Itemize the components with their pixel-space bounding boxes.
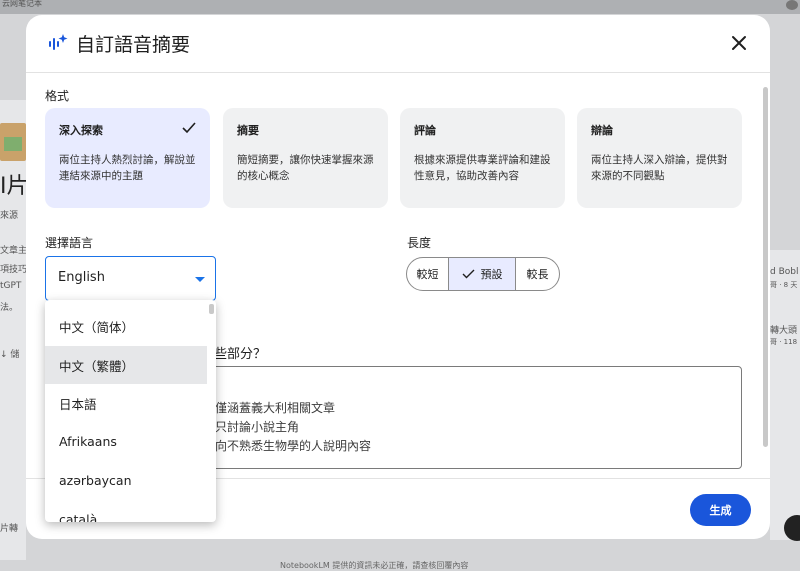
check-icon — [182, 122, 196, 134]
length-option-default[interactable]: 預設 — [449, 258, 516, 290]
background-left-text: ↓ 儲 — [0, 350, 20, 360]
placeholder-line: 只討論小說主角 — [215, 420, 300, 434]
background-left-text: tGPT — [0, 281, 22, 291]
language-dropdown-menu: 中文（简体） 中文（繁體） 日本語 Afrikaans azərbaycan c… — [45, 300, 216, 522]
background-left-text: 法。 — [0, 303, 19, 313]
dropdown-scrollbar[interactable] — [209, 304, 214, 314]
background-right-text: 哥 · 118 — [770, 338, 798, 346]
length-option-long[interactable]: 較長 — [516, 258, 559, 290]
format-card-deep-dive[interactable]: 深入探索 兩位主持人熱烈討論，解說並連結來源中的主題 — [45, 108, 210, 208]
format-card-desc: 根據來源提供專業評論和建設性意見，協助改善內容 — [414, 154, 551, 182]
dialog-scrollbar[interactable] — [763, 87, 768, 447]
background-right-text: 哥 · 8 天 — [770, 281, 798, 289]
language-option[interactable]: azərbaycan — [45, 461, 207, 499]
language-option[interactable]: Afrikaans — [45, 422, 207, 460]
check-icon — [462, 269, 474, 279]
language-option[interactable]: 中文（繁體） — [45, 346, 207, 384]
dialog-header: 自訂語音摘要 — [26, 15, 770, 73]
language-option[interactable]: 中文（简体） — [45, 307, 207, 345]
prompt-label: 些部分？ — [214, 347, 267, 362]
background-left-text: I片 — [0, 174, 26, 199]
length-label: 長度 — [407, 236, 432, 250]
length-option-default-label: 預設 — [480, 268, 503, 281]
background-disclaimer: NotebookLM 提供的資訊未必正確，請查核回覆內容 — [280, 561, 469, 570]
language-select-value: English — [58, 270, 105, 285]
length-option-short[interactable]: 較短 — [407, 258, 449, 290]
focus-prompt-textarea[interactable]: 僅涵蓋義大利相關文章 只討論小說主角 向不熟悉生物學的人說明內容 — [204, 366, 742, 469]
close-icon[interactable] — [728, 32, 750, 54]
background-left-text: 文章主 — [0, 246, 26, 256]
background-left-text: 片轉 — [0, 524, 19, 534]
length-segmented-control: 較短 預設 較長 — [406, 257, 560, 291]
background-avatar — [786, 0, 798, 10]
background-right-panel — [770, 250, 800, 540]
format-card-desc: 兩位主持人深入辯論，提供對來源的不同觀點 — [591, 154, 728, 182]
background-left-text: 項技巧 — [0, 265, 26, 275]
placeholder-line: 僅涵蓋義大利相關文章 — [215, 401, 336, 415]
format-card-title: 深入探索 — [59, 124, 103, 137]
format-card-summary[interactable]: 摘要 簡短摘要，讓你快速掌握來源的核心概念 — [223, 108, 388, 208]
format-card-desc: 簡短摘要，讓你快速掌握來源的核心概念 — [237, 154, 374, 182]
format-card-title: 摘要 — [237, 124, 259, 137]
format-card-critique[interactable]: 評論 根據來源提供專業評論和建設性意見，協助改善內容 — [400, 108, 565, 208]
generate-button[interactable]: 生成 — [690, 494, 751, 526]
audio-sparkle-icon — [49, 34, 68, 50]
format-card-title: 辯論 — [591, 124, 613, 137]
dialog-title: 自訂語音摘要 — [76, 34, 191, 56]
background-topbar — [0, 0, 800, 14]
format-card-title: 評論 — [414, 124, 436, 137]
format-card-desc: 兩位主持人熱烈討論，解說並連結來源中的主題 — [59, 154, 196, 182]
background-right-text: d Bobl — [770, 267, 799, 277]
language-option[interactable]: català — [45, 500, 207, 523]
language-select[interactable]: English — [45, 256, 216, 301]
placeholder-line: 向不熟悉生物學的人說明內容 — [215, 439, 372, 453]
caret-down-icon — [195, 277, 205, 282]
background-app-title: 云网笔记本 — [2, 0, 42, 8]
background-left-text: 來源 — [0, 211, 19, 221]
language-option[interactable]: 日本語 — [45, 384, 207, 422]
background-right-text: 轉大頭 — [770, 326, 798, 336]
format-card-debate[interactable]: 辯論 兩位主持人深入辯論，提供對來源的不同觀點 — [577, 108, 742, 208]
background-thumbnail — [0, 123, 26, 161]
language-label: 選擇語言 — [45, 236, 94, 250]
format-label: 格式 — [45, 89, 70, 103]
